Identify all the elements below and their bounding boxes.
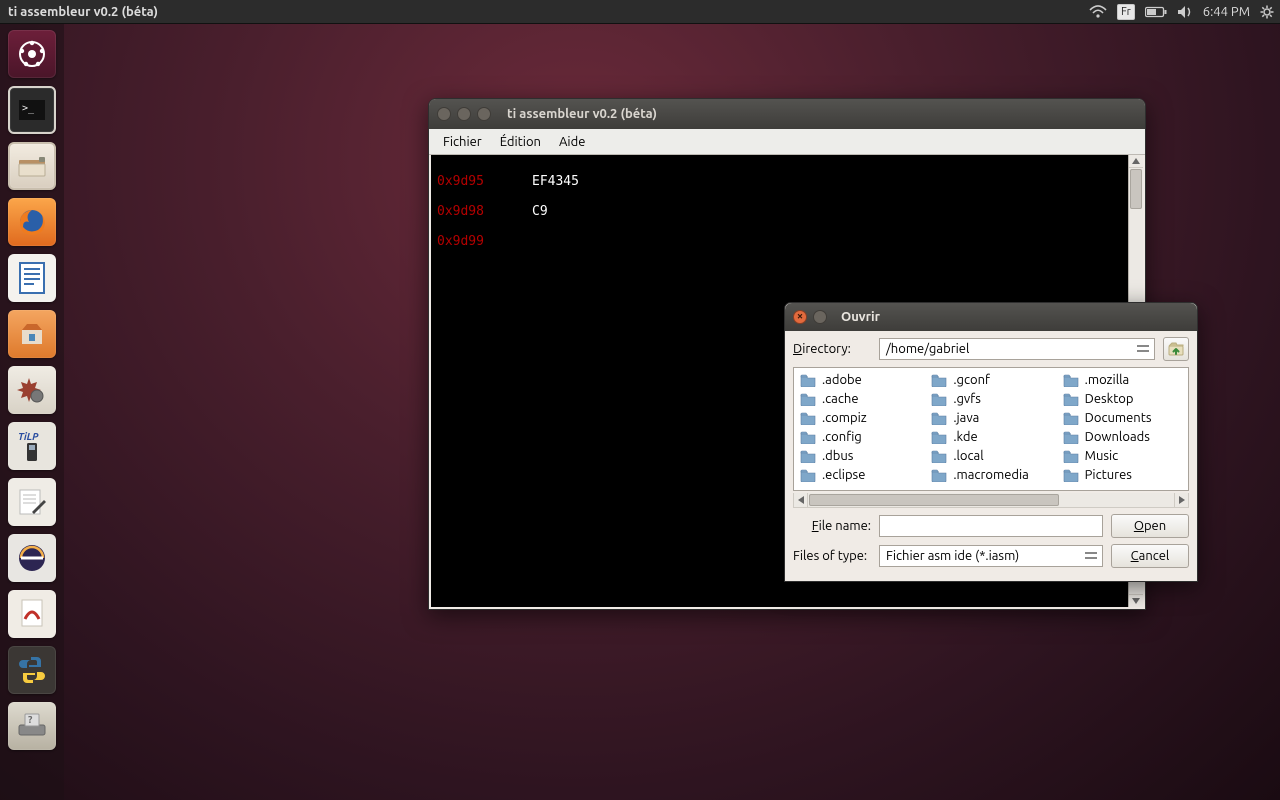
file-entry[interactable]: .compiz xyxy=(798,408,921,427)
file-entry-label: .cache xyxy=(822,392,859,406)
launcher-python-icon[interactable] xyxy=(8,646,56,694)
directory-select[interactable]: /home/gabriel xyxy=(879,338,1155,360)
scroll-right-icon[interactable] xyxy=(1174,493,1188,507)
scroll-thumb[interactable] xyxy=(1130,169,1142,209)
file-entry-label: Documents xyxy=(1085,411,1152,425)
close-icon[interactable] xyxy=(793,310,807,324)
system-gear-icon[interactable] xyxy=(1260,5,1274,19)
scroll-left-icon[interactable] xyxy=(794,493,808,507)
scroll-down-icon[interactable] xyxy=(1129,594,1143,607)
file-entry[interactable]: Pictures xyxy=(1061,465,1184,484)
dropdown-handle-icon xyxy=(1136,344,1150,354)
app-menubar: Fichier Édition Aide xyxy=(429,129,1145,155)
clock[interactable]: 6:44 PM xyxy=(1203,5,1250,19)
file-entry-label: .eclipse xyxy=(822,468,865,482)
active-app-title: ti assembleur v0.2 (béta) xyxy=(8,5,158,19)
battery-icon[interactable] xyxy=(1145,6,1167,18)
file-entry[interactable]: .kde xyxy=(929,427,1052,446)
file-entry[interactable]: .adobe xyxy=(798,370,921,389)
minimize-icon[interactable] xyxy=(457,107,471,121)
help-icon[interactable] xyxy=(813,310,827,324)
file-entry-label: .dbus xyxy=(822,449,853,463)
file-entry-label: .kde xyxy=(953,430,977,444)
scroll-up-icon[interactable] xyxy=(1129,155,1143,168)
file-entry-label: Desktop xyxy=(1085,392,1134,406)
file-entry[interactable]: Documents xyxy=(1061,408,1184,427)
launcher-tilp-icon[interactable]: TiLP xyxy=(8,422,56,470)
horizontal-scrollbar[interactable] xyxy=(793,493,1189,508)
cancel-button[interactable]: Cancel xyxy=(1111,544,1189,568)
file-entry[interactable]: Desktop xyxy=(1061,389,1184,408)
launcher-device-icon[interactable]: ? xyxy=(8,702,56,750)
keyboard-layout-indicator[interactable]: Fr xyxy=(1117,4,1135,20)
dialog-titlebar[interactable]: Ouvrir xyxy=(785,303,1197,331)
file-entry[interactable]: .config xyxy=(798,427,921,446)
filename-label: File name: xyxy=(793,519,871,533)
volume-icon[interactable] xyxy=(1177,5,1193,19)
filename-input[interactable] xyxy=(879,515,1103,537)
top-panel: ti assembleur v0.2 (béta) Fr 6:44 PM xyxy=(0,0,1280,24)
menu-help[interactable]: Aide xyxy=(551,132,593,152)
launcher-settings-icon[interactable] xyxy=(8,366,56,414)
launcher-writer-icon[interactable] xyxy=(8,254,56,302)
file-entry-label: Music xyxy=(1085,449,1119,463)
launcher-gedit-icon[interactable] xyxy=(8,478,56,526)
file-entry-label: Downloads xyxy=(1085,430,1150,444)
file-entry-label: .gvfs xyxy=(953,392,981,406)
file-entry-label: Pictures xyxy=(1085,468,1132,482)
file-entry[interactable]: .local xyxy=(929,446,1052,465)
dialog-title: Ouvrir xyxy=(841,310,880,324)
open-button[interactable]: Open xyxy=(1111,514,1189,538)
file-entry-label: .java xyxy=(953,411,979,425)
filetype-label: Files of type: xyxy=(793,549,871,563)
svg-text:TiLP: TiLP xyxy=(18,431,39,442)
open-dialog: Ouvrir Directory: /home/gabriel .adobe .c… xyxy=(784,302,1198,582)
directory-label: Directory: xyxy=(793,342,871,356)
file-entry[interactable]: .java xyxy=(929,408,1052,427)
wifi-icon[interactable] xyxy=(1089,5,1107,19)
file-entry-label: .mozilla xyxy=(1085,373,1130,387)
file-entry[interactable]: Downloads xyxy=(1061,427,1184,446)
file-entry[interactable]: .gvfs xyxy=(929,389,1052,408)
filetype-value: Fichier asm ide (*.iasm) xyxy=(886,549,1019,563)
menu-file[interactable]: Fichier xyxy=(435,132,490,152)
dropdown-handle-icon xyxy=(1084,551,1098,561)
file-entry[interactable]: Music xyxy=(1061,446,1184,465)
launcher-dash-icon[interactable] xyxy=(8,30,56,78)
launcher-files-icon[interactable] xyxy=(8,142,56,190)
file-entry-label: .compiz xyxy=(822,411,867,425)
close-icon[interactable] xyxy=(437,107,451,121)
file-entry-label: .gconf xyxy=(953,373,990,387)
filetype-select[interactable]: Fichier asm ide (*.iasm) xyxy=(879,545,1103,567)
file-entry[interactable]: .dbus xyxy=(798,446,921,465)
menu-edit[interactable]: Édition xyxy=(492,132,549,152)
file-entry[interactable]: .gconf xyxy=(929,370,1052,389)
file-entry-label: .config xyxy=(822,430,862,444)
launcher-firefox-icon[interactable] xyxy=(8,198,56,246)
launcher-evince-icon[interactable] xyxy=(8,590,56,638)
file-entry[interactable]: .macromedia xyxy=(929,465,1052,484)
scroll-thumb[interactable] xyxy=(809,494,1059,506)
launcher-software-center-icon[interactable] xyxy=(8,310,56,358)
launcher: >_ TiLP ? xyxy=(0,24,64,800)
file-entry[interactable]: .cache xyxy=(798,389,921,408)
file-entry-label: .local xyxy=(953,449,983,463)
file-entry-label: .adobe xyxy=(822,373,862,387)
launcher-terminal-icon[interactable]: >_ xyxy=(8,86,56,134)
app-titlebar[interactable]: ti assembleur v0.2 (béta) xyxy=(429,99,1145,129)
directory-value: /home/gabriel xyxy=(886,342,969,356)
file-entry-label: .macromedia xyxy=(953,468,1029,482)
file-entry[interactable]: .eclipse xyxy=(798,465,921,484)
svg-text:>_: >_ xyxy=(22,103,35,114)
app-title: ti assembleur v0.2 (béta) xyxy=(507,107,657,121)
svg-text:?: ? xyxy=(28,714,33,725)
file-list[interactable]: .adobe .cache .compiz .config .dbus .eclipse.… xyxy=(793,367,1189,491)
maximize-icon[interactable] xyxy=(477,107,491,121)
dir-up-button[interactable] xyxy=(1163,337,1189,361)
launcher-eclipse-icon[interactable] xyxy=(8,534,56,582)
file-entry[interactable]: .mozilla xyxy=(1061,370,1184,389)
